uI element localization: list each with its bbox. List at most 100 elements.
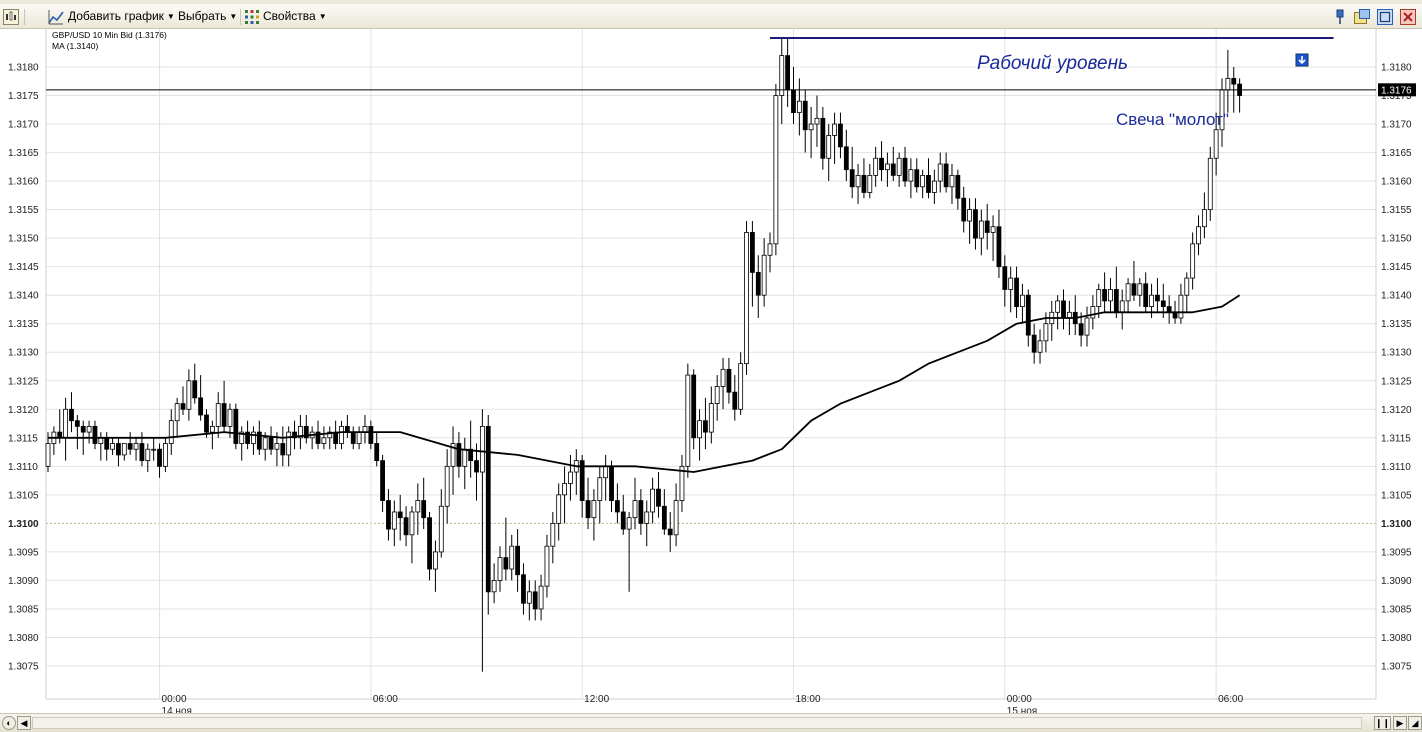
window-layout-icon[interactable] bbox=[1354, 9, 1370, 25]
y-tick-label-right: 1.3080 bbox=[1381, 633, 1412, 644]
chart-window-icon[interactable] bbox=[3, 9, 19, 25]
pin-icon[interactable] bbox=[1332, 9, 1348, 25]
y-tick-label-right: 1.3115 bbox=[1381, 433, 1411, 444]
legend-ma-label: MA (1.3140) bbox=[52, 41, 98, 51]
candle-body bbox=[767, 243, 773, 256]
add-chart-icon bbox=[48, 10, 64, 25]
candle-body bbox=[791, 89, 796, 114]
y-tick-label-right: 1.3100 bbox=[1381, 519, 1412, 530]
candlestick-chart[interactable]: 1.3075 1.3075 1.3080 1.3080 1.3085 1.3085 1.30… bbox=[0, 29, 1422, 717]
y-tick-label-right: 1.3155 bbox=[1381, 205, 1412, 216]
candle-body bbox=[251, 431, 256, 444]
ma-polyline bbox=[48, 294, 1241, 473]
candle-body bbox=[644, 511, 650, 524]
candle-body bbox=[104, 437, 110, 450]
candle-body bbox=[750, 232, 755, 273]
x-date-label: 15 ноя bbox=[1007, 706, 1037, 713]
candle-body bbox=[1207, 157, 1213, 211]
candle-body bbox=[1125, 283, 1131, 302]
candle-body bbox=[151, 448, 157, 451]
candle-body bbox=[221, 403, 227, 427]
candle-body bbox=[386, 500, 391, 530]
working-level-annotation: Рабочий уровень bbox=[977, 53, 1128, 74]
candle-body bbox=[890, 163, 896, 176]
y-tick-label-right: 1.3085 bbox=[1381, 604, 1412, 615]
candle-body bbox=[708, 403, 714, 433]
candle-body bbox=[562, 483, 567, 496]
candle-body bbox=[374, 443, 380, 462]
zoom-icon[interactable]: ◐ bbox=[2, 716, 16, 730]
scroll-thumb-grip-icon[interactable]: ❙❙❙ bbox=[1374, 716, 1398, 730]
chart-area[interactable]: 1.3075 1.3075 1.3080 1.3080 1.3085 1.3085 1.30… bbox=[0, 29, 1422, 717]
signal-arrow-icon[interactable] bbox=[1295, 53, 1309, 67]
scroll-right-button[interactable]: ▶ bbox=[1393, 716, 1407, 730]
candle-body bbox=[1078, 323, 1084, 336]
candle-body bbox=[843, 146, 849, 171]
candle-body bbox=[521, 574, 526, 604]
candle-body bbox=[1002, 266, 1008, 290]
y-tick-label-left: 1.3125 bbox=[8, 376, 39, 387]
y-tick-label-right: 1.3120 bbox=[1381, 405, 1412, 416]
candle-body bbox=[526, 591, 532, 604]
candle-body bbox=[415, 500, 421, 513]
scroll-left-button[interactable]: ◀ bbox=[17, 716, 31, 730]
candle-body bbox=[826, 135, 832, 159]
y-tick-label-right: 1.3145 bbox=[1381, 262, 1412, 273]
candle-body bbox=[955, 174, 961, 199]
candle-body bbox=[978, 220, 984, 239]
candle-body bbox=[409, 511, 415, 536]
candle-body bbox=[403, 517, 409, 536]
close-icon[interactable] bbox=[1400, 9, 1416, 25]
candle-body bbox=[855, 174, 861, 188]
candle-body bbox=[861, 174, 867, 193]
candle-body bbox=[661, 505, 667, 530]
candle-body bbox=[673, 500, 679, 536]
horizontal-scroll-bar[interactable]: ◐ ◀ ❙❙❙ ▶ ◢ bbox=[0, 713, 1422, 732]
candle-body bbox=[1201, 209, 1207, 228]
candle-body bbox=[920, 174, 926, 188]
candle-body bbox=[280, 443, 286, 456]
candle-body bbox=[814, 117, 820, 125]
candle-body bbox=[732, 391, 738, 410]
candle-body bbox=[397, 511, 403, 519]
chevron-down-icon: ▼ bbox=[166, 12, 175, 22]
candle-body bbox=[896, 157, 902, 176]
candle-body bbox=[421, 500, 427, 519]
candle-body bbox=[802, 100, 808, 131]
properties-button[interactable]: Свойства ▼ bbox=[263, 8, 327, 25]
candle-body bbox=[761, 254, 767, 296]
candle-body bbox=[80, 425, 86, 433]
y-tick-label-right: 1.3160 bbox=[1381, 177, 1412, 188]
y-tick-label-left: 1.3170 bbox=[8, 120, 39, 131]
candle-body bbox=[333, 431, 339, 444]
add-chart-button[interactable]: Добавить график ▼ bbox=[68, 8, 175, 25]
select-button[interactable]: Выбрать ▼ bbox=[178, 8, 237, 25]
current-price-value: 1.3176 bbox=[1381, 85, 1412, 96]
candle-body bbox=[474, 460, 479, 473]
candle-body bbox=[949, 174, 955, 188]
maximize-icon[interactable] bbox=[1377, 9, 1393, 25]
chevron-down-icon: ▼ bbox=[318, 12, 327, 22]
y-tick-label-left: 1.3075 bbox=[8, 662, 39, 673]
candle-body bbox=[204, 414, 209, 433]
x-tick-label: 06:00 bbox=[1218, 694, 1243, 705]
scroll-track[interactable] bbox=[32, 717, 1362, 729]
candle-body bbox=[996, 226, 1002, 268]
candle-body bbox=[1025, 294, 1031, 336]
y-tick-label-left: 1.3140 bbox=[8, 291, 39, 302]
candle-body bbox=[110, 443, 115, 450]
candle-body bbox=[1108, 289, 1113, 302]
select-label: Выбрать bbox=[178, 9, 227, 23]
candle-body bbox=[497, 557, 503, 581]
x-tick-label: 12:00 bbox=[584, 694, 609, 705]
candle-body bbox=[356, 431, 362, 444]
candle-body bbox=[1225, 78, 1231, 91]
candle-body bbox=[1008, 277, 1014, 290]
y-tick-label-left: 1.3120 bbox=[8, 405, 39, 416]
current-price-marker: 1.3176 bbox=[1378, 83, 1416, 97]
candle-body bbox=[274, 443, 280, 450]
candle-body bbox=[92, 425, 98, 444]
candle-body bbox=[626, 517, 632, 530]
y-axis: 1.3075 1.3075 1.3080 1.3080 1.3085 1.3085 1.30… bbox=[8, 63, 1412, 673]
candle-body bbox=[867, 174, 873, 193]
